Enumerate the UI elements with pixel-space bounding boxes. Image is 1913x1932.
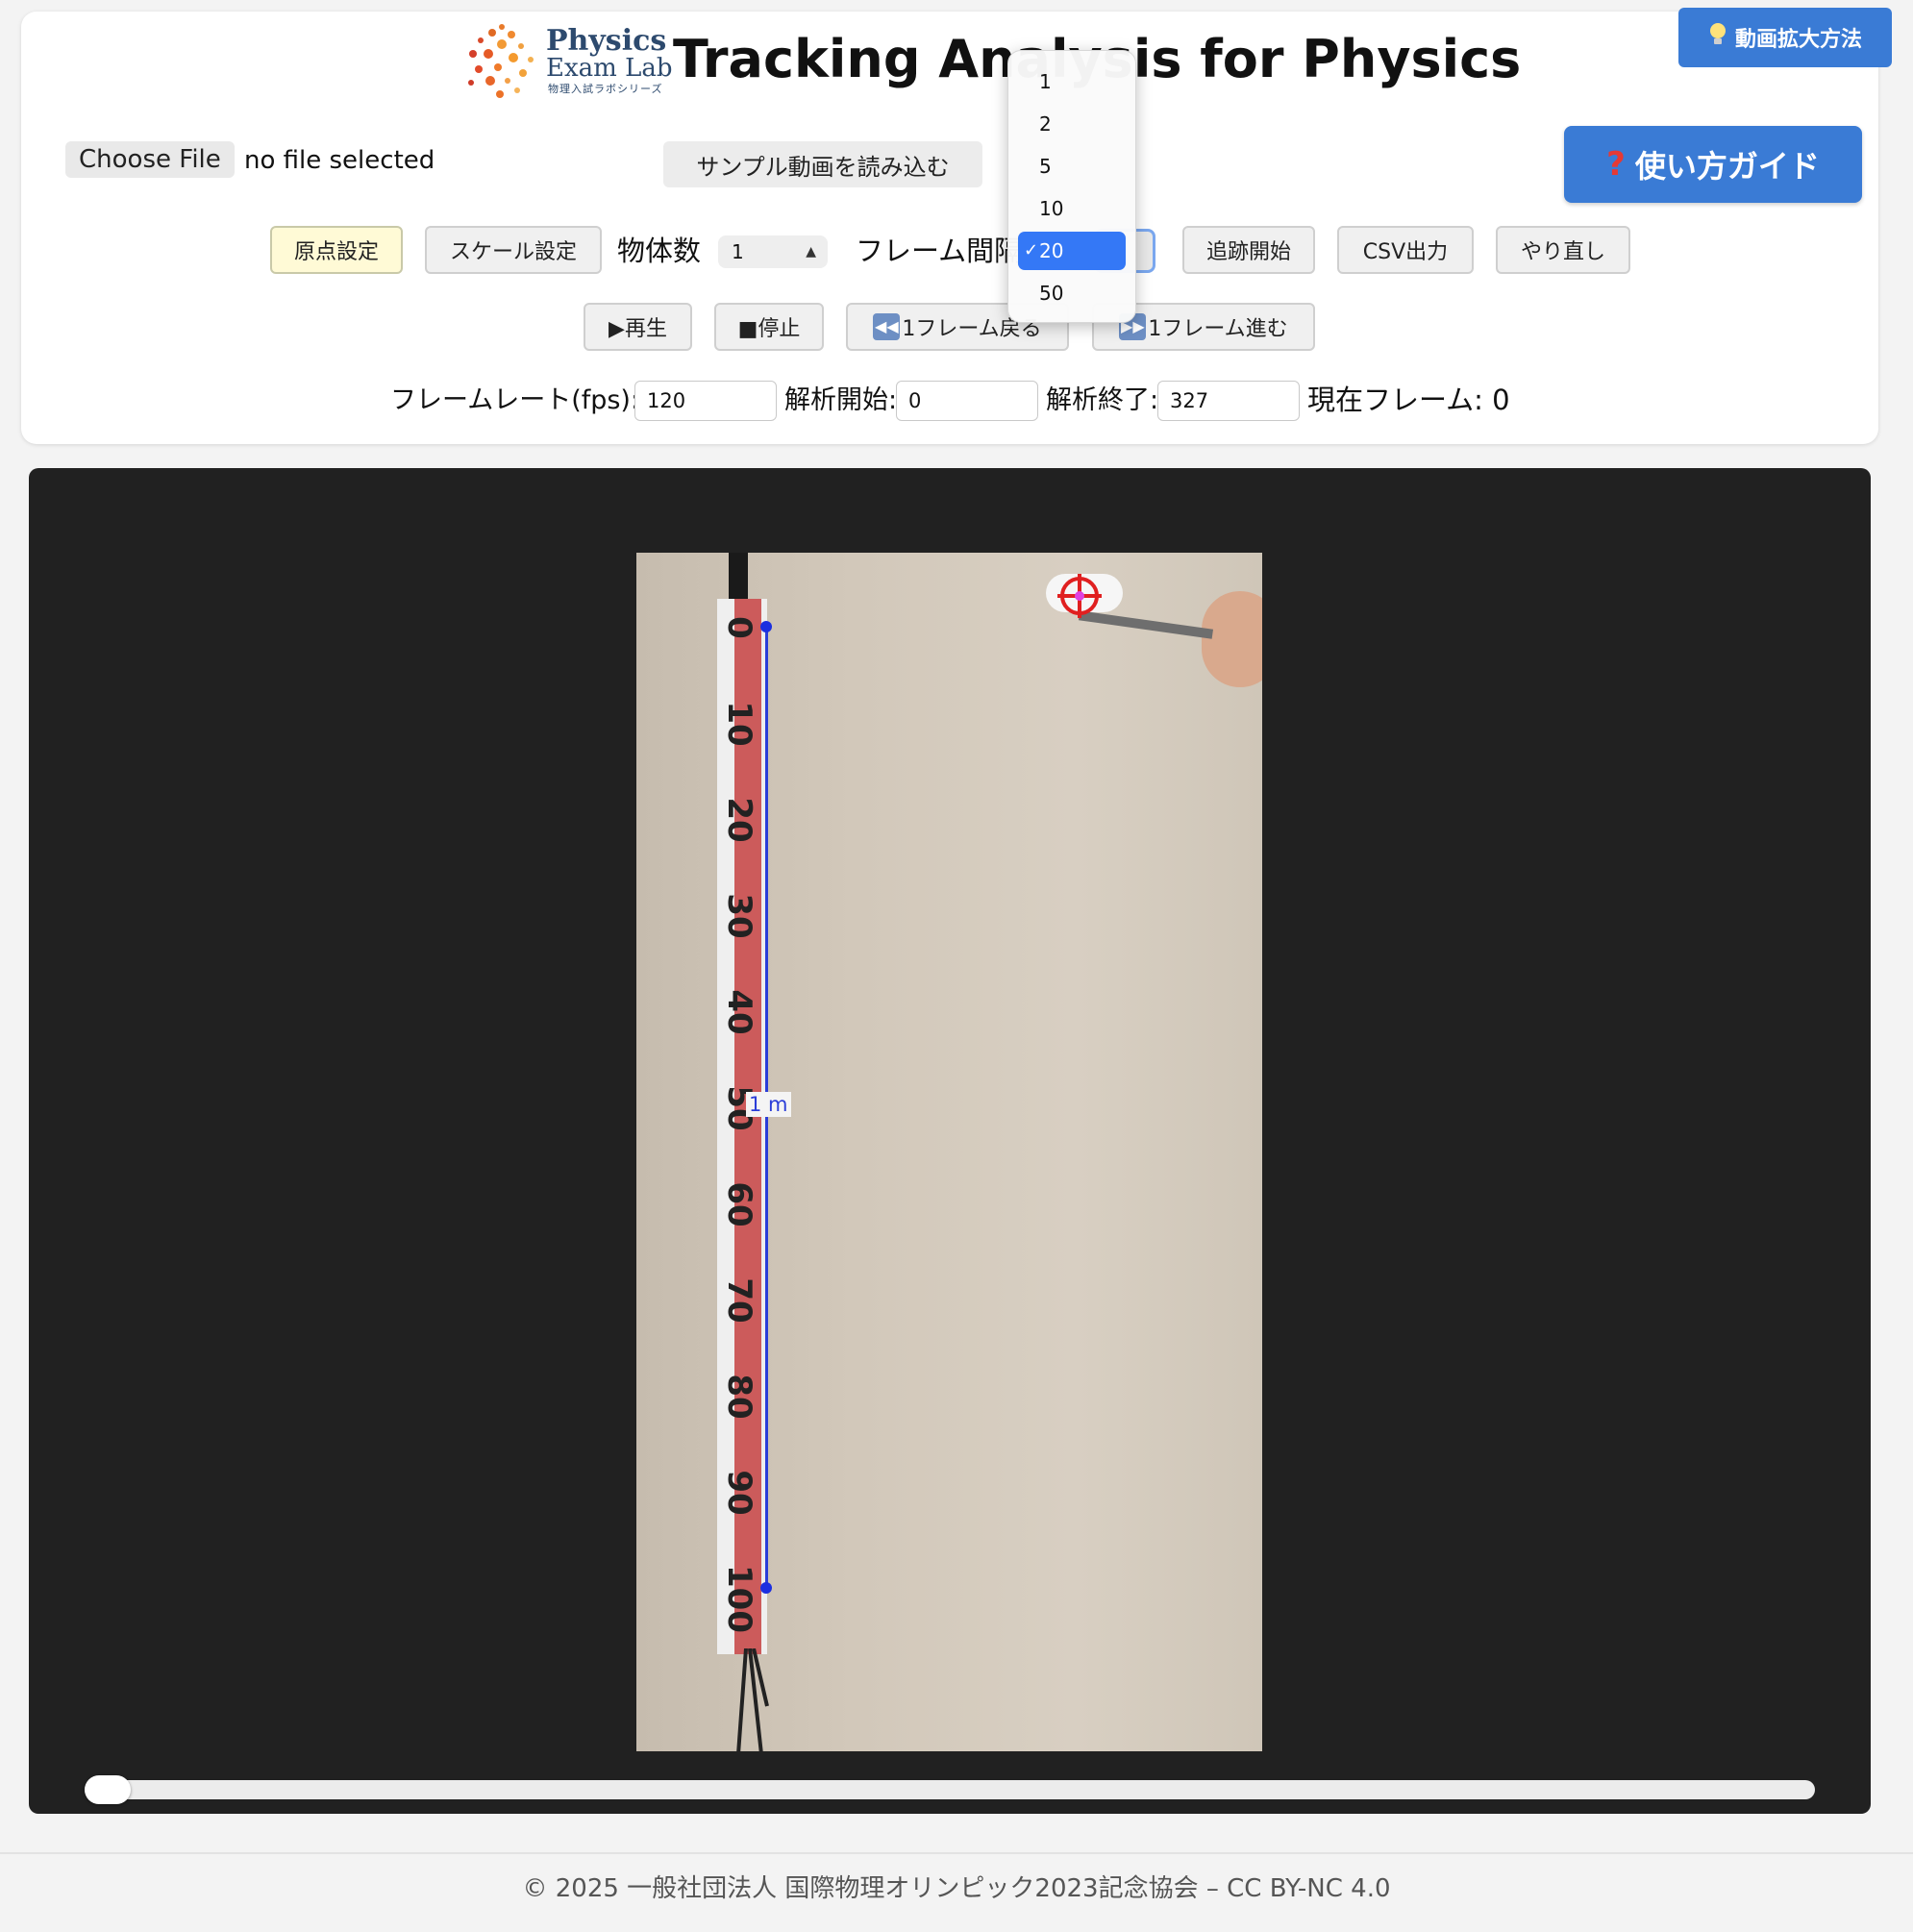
ruler-mark-label: 70 xyxy=(720,1277,758,1324)
zoom-method-label: 動画拡大方法 xyxy=(1734,28,1862,52)
current-frame-display: 現在フレーム: 0 xyxy=(1307,381,1510,419)
ruler-mark-label: 20 xyxy=(720,797,758,843)
object-count-select[interactable]: 1 ▲ xyxy=(718,235,828,268)
ruler-mark-label: 90 xyxy=(720,1470,758,1516)
frame-interval-option-label: 1 xyxy=(1039,70,1052,93)
start-tracking-button[interactable]: 追跡開始 xyxy=(1182,226,1315,274)
frame-interval-option-label: 2 xyxy=(1039,112,1052,136)
updown-chevron-icon: ▲ xyxy=(806,244,816,260)
ruler-mark-label: 0 xyxy=(720,616,758,639)
current-frame-value: 0 xyxy=(1492,384,1510,416)
video-canvas[interactable]: 0 10 20 30 40 50 60 70 80 90 100 1 m xyxy=(636,553,1262,1751)
load-sample-button[interactable]: サンプル動画を読み込む xyxy=(663,141,982,187)
timeline-thumb[interactable] xyxy=(85,1775,131,1804)
frame-interval-option[interactable]: 50 xyxy=(1018,274,1126,312)
ruler-mark-label: 10 xyxy=(720,701,758,747)
hanging-cord-bottom xyxy=(736,1648,769,1751)
ruler-mark-label: 80 xyxy=(720,1374,758,1420)
file-status: no file selected xyxy=(244,146,435,175)
ruler-mark-label: 30 xyxy=(720,893,758,939)
analysis-start-input[interactable]: 0 xyxy=(896,381,1038,421)
logo-icon xyxy=(468,24,534,98)
play-button[interactable]: ▶再生 xyxy=(584,303,692,351)
current-frame-label: 現在フレーム: xyxy=(1307,384,1483,416)
frame-interval-option-label: 50 xyxy=(1039,282,1064,305)
logo-text-examlab: Exam Lab xyxy=(546,54,673,83)
choose-file-button[interactable]: Choose File xyxy=(65,141,235,178)
ruler-mark-label: 40 xyxy=(720,989,758,1035)
frame-interval-label: フレーム間隔 xyxy=(856,235,1023,267)
reset-button[interactable]: やり直し xyxy=(1496,226,1630,274)
usage-guide-label: 使い方ガイド xyxy=(1634,148,1820,185)
scale-handle-bottom[interactable] xyxy=(760,1582,772,1594)
analysis-start-label: 解析開始: xyxy=(784,385,898,415)
hand xyxy=(1202,591,1262,687)
analysis-end-input[interactable]: 327 xyxy=(1157,381,1300,421)
usage-guide-button[interactable]: ? 使い方ガイド xyxy=(1564,126,1862,203)
frame-interval-option[interactable]: 2 xyxy=(1018,105,1126,143)
frame-interval-option[interactable]: 5 xyxy=(1018,147,1126,186)
question-icon: ? xyxy=(1606,145,1626,184)
logo-text-series: 物理入試ラボシリーズ xyxy=(548,83,663,95)
analysis-end-label: 解析終了: xyxy=(1046,385,1159,415)
fps-label: フレームレート(fps): xyxy=(390,385,640,415)
footer-divider xyxy=(0,1852,1913,1854)
csv-export-button[interactable]: CSV出力 xyxy=(1337,226,1474,274)
footer-text: © 2025 一般社団法人 国際物理オリンピック2023記念協会 – CC BY… xyxy=(522,1874,1391,1903)
checkmark-icon: ✓ xyxy=(1024,240,1039,260)
fps-input[interactable]: 120 xyxy=(634,381,777,421)
frame-interval-option[interactable]: ✓ 20 xyxy=(1018,232,1126,270)
stop-button[interactable]: ■停止 xyxy=(714,303,824,351)
scale-setting-button[interactable]: スケール設定 xyxy=(425,226,602,274)
frame-interval-option[interactable]: 10 xyxy=(1018,189,1126,228)
lightbulb-icon xyxy=(1708,22,1727,53)
frame-interval-option-label: 5 xyxy=(1039,155,1052,178)
frame-interval-option[interactable]: 1 xyxy=(1018,62,1126,101)
scale-handle-top[interactable] xyxy=(760,621,772,632)
step-forward-label: 1フレーム進む xyxy=(1148,317,1288,341)
ruler-mark-label: 100 xyxy=(720,1565,758,1633)
rewind-icon: ◀◀ xyxy=(873,313,901,340)
logo-text-physics: Physics xyxy=(546,24,667,58)
object-count-label: 物体数 xyxy=(617,235,702,267)
frame-interval-option-label: 20 xyxy=(1039,239,1064,262)
crosshair-target-icon[interactable] xyxy=(1056,572,1104,620)
frame-interval-dropdown[interactable]: 1 2 5 10 ✓ 20 50 xyxy=(1007,50,1136,323)
timeline-track[interactable] xyxy=(85,1780,1815,1799)
zoom-method-button[interactable]: 動画拡大方法 xyxy=(1678,8,1892,67)
ruler-mark-label: 60 xyxy=(720,1181,758,1227)
origin-setting-button[interactable]: 原点設定 xyxy=(270,226,403,274)
frame-interval-option-label: 10 xyxy=(1039,197,1064,220)
scale-label: 1 m xyxy=(746,1092,791,1117)
object-count-value: 1 xyxy=(732,240,744,263)
